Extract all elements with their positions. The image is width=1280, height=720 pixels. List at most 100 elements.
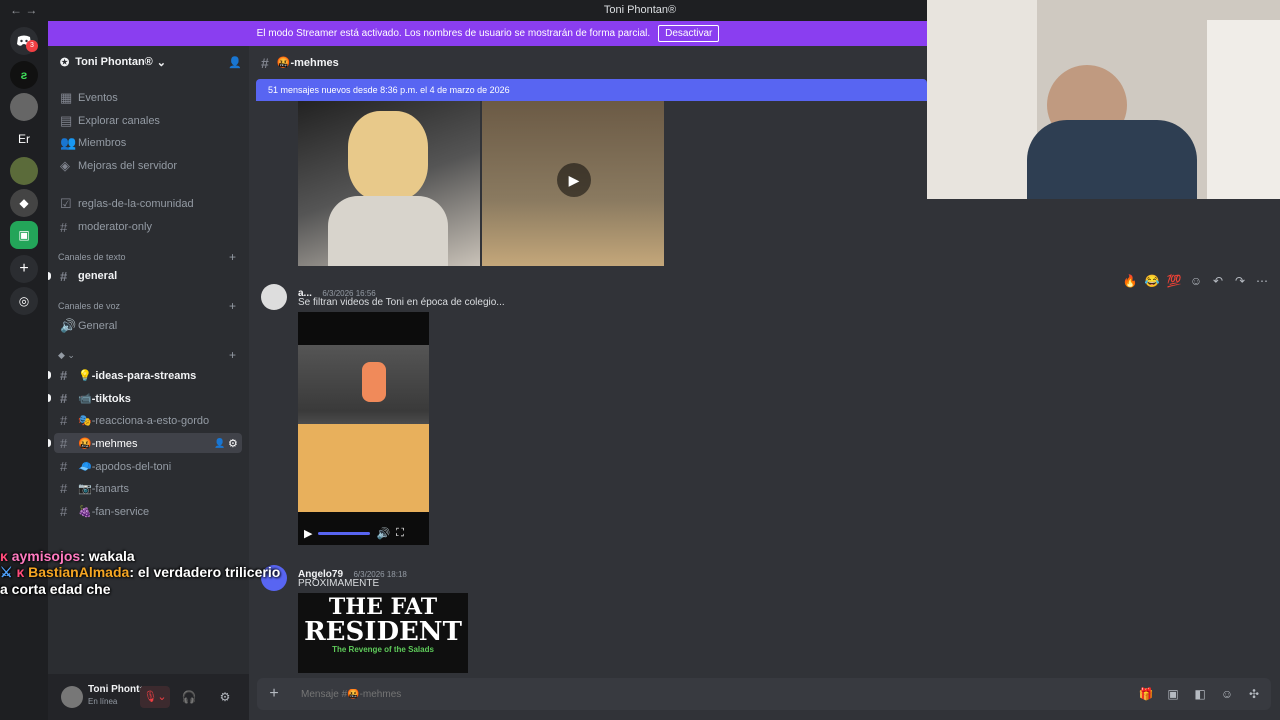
notification-badge: 3 — [26, 40, 38, 52]
channel-label: 🎭-reacciona-a-esto-gordo — [78, 414, 210, 427]
channel-rules[interactable]: ☑ reglas-de-la-comunidad — [54, 194, 242, 214]
video-attachment-school[interactable]: ▶ 🔊 ⛶ — [298, 312, 429, 545]
add-channel-icon[interactable]: + — [229, 250, 236, 264]
category-text[interactable]: Canales de texto — [58, 252, 126, 262]
webcam-shelf — [927, 0, 1037, 199]
video-attachment-woodwork[interactable]: ▶ — [482, 101, 664, 266]
avatar[interactable] — [61, 686, 83, 708]
sidebar-item-boosts[interactable]: ◈ Mejoras del servidor — [54, 156, 242, 176]
poster-image[interactable]: THE FAT RESIDENT The Revenge of the Sala… — [298, 593, 468, 673]
hash-icon: # — [60, 412, 68, 428]
invite-icon[interactable]: 👤 — [228, 56, 242, 69]
hash-icon: # — [60, 219, 68, 235]
sword-badge-icon: ⚔ — [0, 564, 13, 580]
channel-fan-service[interactable]: # 🍇-fan-service — [54, 501, 242, 521]
gear-icon[interactable]: ⚙ — [228, 437, 238, 450]
gift-icon[interactable]: 🎁 — [1137, 685, 1155, 703]
settings-gear-icon[interactable]: ⚙ — [216, 688, 234, 706]
channel-mehmes[interactable]: # 🤬-mehmes 👤 ⚙ — [54, 433, 242, 453]
fullscreen-icon[interactable]: ⛶ — [396, 527, 404, 540]
hash-icon: # — [60, 390, 68, 406]
avatar[interactable] — [261, 284, 287, 310]
server-header[interactable]: ✪ Toni Phontan® ⌄ 👤 — [48, 46, 249, 78]
add-voice-channel-icon[interactable]: + — [229, 299, 236, 313]
category-voice[interactable]: Canales de voz — [58, 301, 120, 311]
forward-icon[interactable]: ↷ — [1231, 272, 1249, 290]
apps-icon[interactable]: ✣ — [1245, 685, 1263, 703]
sidebar-item-events[interactable]: ▦ Eventos — [54, 88, 242, 108]
channel-label: 🤬-mehmes — [78, 437, 138, 450]
webcam-shirt — [1027, 120, 1197, 199]
channel-label: moderator-only — [78, 221, 152, 233]
unread-indicator — [48, 272, 51, 280]
more-options-icon[interactable]: ⋯ — [1253, 272, 1271, 290]
deactivate-streamer-button[interactable]: Desactivar — [658, 25, 720, 42]
server-icon-bot[interactable]: ▣ — [10, 221, 38, 249]
chat-text: a corta edad che — [0, 581, 111, 597]
volume-slider[interactable] — [318, 532, 371, 535]
server-icon-er[interactable]: Er — [10, 125, 38, 153]
emoji-icon[interactable]: ☺ — [1218, 685, 1236, 703]
mute-mic-icon[interactable]: 🎙⌄ — [140, 686, 170, 708]
headphones-icon[interactable]: 🎧 — [180, 688, 198, 706]
sticker-icon[interactable]: ◧ — [1191, 685, 1209, 703]
channel-moderator[interactable]: # moderator-only — [54, 217, 242, 237]
chat-user: aymisojos — [11, 548, 81, 564]
members-icon: 👥 — [60, 135, 77, 150]
sidebar-item-label: Miembros — [78, 137, 127, 149]
laugh-reaction-icon[interactable]: 😂 — [1143, 272, 1161, 290]
add-attachment-icon[interactable]: + — [265, 685, 283, 703]
hundred-reaction-icon[interactable]: 💯 — [1165, 272, 1183, 290]
boost-icon: ◈ — [60, 158, 70, 173]
message-input[interactable] — [299, 687, 899, 701]
server-icon-game[interactable] — [10, 157, 38, 185]
message-text: Se filtran videos de Toni en época de co… — [298, 297, 505, 308]
webcam-door — [1207, 20, 1280, 199]
message-actions: 🔥 😂 💯 ☺ ↶ ↷ ⋯ — [1121, 272, 1271, 290]
fire-reaction-icon[interactable]: 🔥 — [1121, 272, 1139, 290]
channel-sidebar: ✪ Toni Phontan® ⌄ 👤 ▦ Eventos ▤ Explorar c… — [48, 46, 249, 720]
server-icon-diamond[interactable]: ◆ — [10, 189, 38, 217]
channel-apodos[interactable]: # 🧢-apodos-del-toni — [54, 456, 242, 476]
channel-general[interactable]: # general — [54, 266, 242, 286]
server-icon-toni[interactable] — [10, 93, 38, 121]
sidebar-item-label: Mejoras del servidor — [78, 160, 178, 172]
play-icon[interactable]: ▶ — [304, 527, 312, 540]
streamer-mode-banner: El modo Streamer está activado. Los nomb… — [48, 21, 928, 46]
channel-fanarts[interactable]: # 📷-fanarts — [54, 478, 242, 498]
channel-label: 📹-tiktoks — [78, 392, 131, 405]
sidebar-item-members[interactable]: 👥 Miembros — [54, 133, 242, 153]
calendar-icon: ▦ — [60, 90, 73, 105]
explore-icon[interactable]: ◎ — [10, 287, 38, 315]
volume-icon[interactable]: 🔊 — [376, 527, 390, 540]
stream-chat-line: a corta edad che — [0, 581, 280, 597]
channel-label: 📷-fanarts — [78, 482, 129, 495]
hash-icon: # — [60, 480, 68, 496]
new-messages-bar[interactable]: 51 mensajes nuevos desde 8:36 p.m. el 4 … — [256, 79, 927, 101]
voice-channel-general[interactable]: 🔊 General — [54, 316, 242, 336]
channel-label: 🧢-apodos-del-toni — [78, 460, 172, 473]
play-icon[interactable]: ▶ — [557, 163, 591, 197]
composer-tools: 🎁 ▣ ◧ ☺ ✣ — [1137, 685, 1263, 703]
rules-icon: ☑ — [60, 196, 72, 211]
user-status: En línea — [88, 697, 118, 706]
category-custom-icon[interactable]: ◆ ⌄ — [58, 350, 75, 361]
video-frame-figure — [362, 362, 386, 402]
mod-badge-icon: ᴋ — [16, 564, 25, 580]
hash-icon: # — [60, 458, 68, 474]
gif-icon[interactable]: ▣ — [1164, 685, 1182, 703]
image-attachment-celebrity[interactable] — [298, 101, 480, 266]
sidebar-item-explore[interactable]: ▤ Explorar canales — [54, 111, 242, 131]
add-custom-channel-icon[interactable]: + — [229, 348, 236, 362]
video-controls: ▶ 🔊 ⛶ — [298, 522, 429, 545]
add-reaction-icon[interactable]: ☺ — [1187, 272, 1205, 290]
reply-icon[interactable]: ↶ — [1209, 272, 1227, 290]
invite-member-icon[interactable]: 👤 — [214, 438, 225, 449]
poster-title-2: RESIDENT — [304, 617, 462, 647]
server-icon-green[interactable]: ƨ — [10, 61, 38, 89]
add-server-icon[interactable]: + — [10, 255, 38, 283]
channel-tiktoks[interactable]: # 📹-tiktoks — [54, 388, 242, 408]
channel-reacciona[interactable]: # 🎭-reacciona-a-esto-gordo — [54, 410, 242, 430]
channel-header: # 🤬-mehmes — [249, 46, 927, 79]
channel-ideas[interactable]: # 💡-ideas-para-streams — [54, 365, 242, 385]
